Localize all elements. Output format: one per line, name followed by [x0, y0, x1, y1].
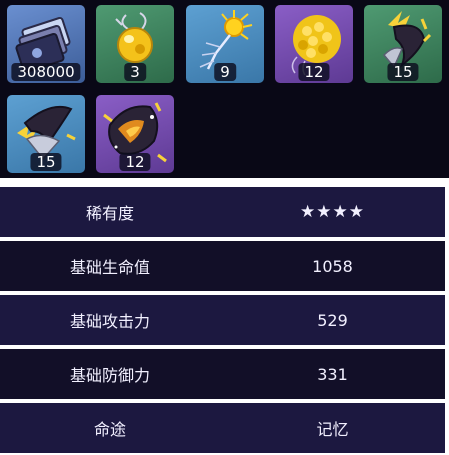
- item-card-credit[interactable]: 308000: [7, 5, 85, 83]
- stat-value: 529: [317, 310, 348, 330]
- stat-row-rarity: 稀有度 ★★★★: [0, 187, 445, 237]
- stat-value: 1058: [312, 256, 353, 276]
- item-card-dark-crown-blade[interactable]: 15: [7, 95, 85, 173]
- item-card-neural-fragment[interactable]: 9: [186, 5, 264, 83]
- item-count: 12: [298, 63, 330, 81]
- stat-row-base-hp: 基础生命值 1058: [0, 241, 445, 291]
- item-card-dark-crown-shard[interactable]: 15: [364, 5, 442, 83]
- page: 308000 3 9 12 15 15 12 稀有度 ★★★★ 基础生命值 10…: [0, 0, 449, 455]
- stat-label: 基础攻击力: [69, 312, 150, 331]
- item-card-dark-crown-core[interactable]: 12: [96, 95, 174, 173]
- stat-label: 基础防御力: [69, 366, 150, 385]
- stat-row-base-def: 基础防御力 331: [0, 349, 445, 399]
- item-count: 3: [124, 63, 146, 81]
- stat-row-base-atk: 基础攻击力 529: [0, 295, 445, 345]
- stat-row-path: 命途 记忆: [0, 403, 445, 453]
- item-card-golden-cluster[interactable]: 12: [275, 5, 353, 83]
- stat-value: 记忆: [316, 420, 349, 439]
- stat-value: 331: [317, 364, 348, 384]
- item-count: 12: [119, 153, 151, 171]
- character-stats-table: 稀有度 ★★★★ 基础生命值 1058 基础攻击力 529 基础防御力 331 …: [0, 184, 449, 455]
- stat-label: 稀有度: [85, 204, 134, 223]
- materials-panel: 308000 3 9 12 15 15 12: [0, 0, 449, 178]
- item-count: 9: [214, 63, 236, 81]
- rarity-stars: ★★★★: [300, 202, 365, 222]
- item-count: 308000: [11, 63, 81, 81]
- item-count: 15: [387, 63, 419, 81]
- stat-label: 命途: [93, 420, 126, 439]
- stat-label: 基础生命值: [69, 258, 150, 277]
- item-count: 15: [30, 153, 62, 171]
- item-card-gold-sphere[interactable]: 3: [96, 5, 174, 83]
